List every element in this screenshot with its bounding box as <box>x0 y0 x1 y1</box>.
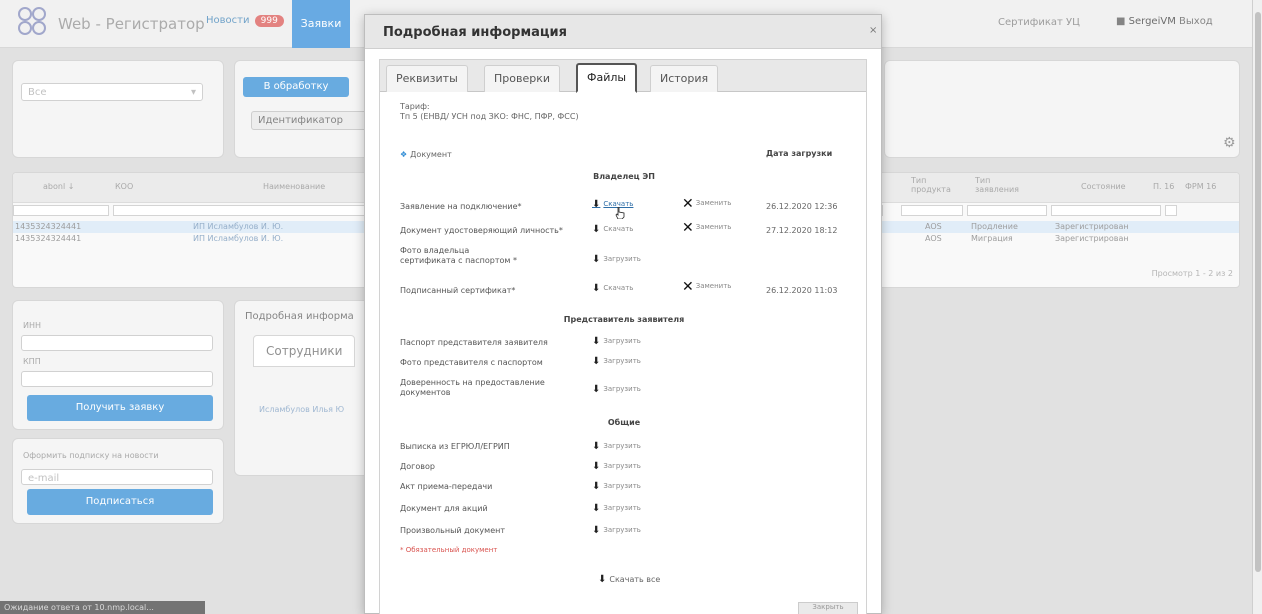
doc-name: Паспорт представителя заявителя <box>400 338 548 347</box>
required-note: * Обязательный документ <box>400 546 498 554</box>
upload-date: 26.12.2020 11:03 <box>766 286 838 295</box>
tab-checks[interactable]: Проверки <box>484 65 561 92</box>
x-icon: ✕ <box>682 220 694 236</box>
upload-button[interactable]: ⬇ Загрузить <box>592 356 641 367</box>
section-title-owner: Владелец ЭП <box>593 172 655 181</box>
x-icon: ✕ <box>682 196 694 212</box>
upload-button[interactable]: ⬇ Загрузить <box>592 503 641 514</box>
tab-files[interactable]: Файлы <box>576 63 638 93</box>
doc-name: Акт приема-передачи <box>400 482 493 491</box>
upload-date: 27.12.2020 18:12 <box>766 226 838 235</box>
modal-tabs: Реквизиты Проверки Файлы История <box>380 60 866 93</box>
upload-button[interactable]: ⬇ Загрузить <box>592 481 641 492</box>
download-button[interactable]: ⬇ Скачать <box>592 224 633 235</box>
tab-history[interactable]: История <box>650 65 719 92</box>
modal-close-button[interactable]: Закрыть <box>798 602 858 614</box>
scrollbar-thumb[interactable] <box>1255 12 1261 572</box>
upload-button[interactable]: ⬇ Загрузить <box>592 336 641 347</box>
doc-name: Документ удостоверяющий личность* <box>400 226 563 235</box>
download-icon: ⬇ <box>592 441 601 452</box>
hand-cursor-icon <box>615 207 625 219</box>
close-icon[interactable]: × <box>869 25 877 36</box>
download-button[interactable]: ⬇ Скачать <box>592 283 633 294</box>
section-title-representative: Представитель заявителя <box>563 315 685 324</box>
upload-date: 26.12.2020 12:36 <box>766 202 838 211</box>
date-column-header: Дата загрузки <box>766 149 833 158</box>
download-icon: ⬇ <box>592 503 601 514</box>
upload-button[interactable]: ⬇ Загрузить <box>592 254 641 265</box>
upload-button[interactable]: ⬇ Загрузить <box>592 461 641 472</box>
upload-button[interactable]: ⬇ Загрузить <box>592 384 641 395</box>
upload-button[interactable]: ⬇ Загрузить <box>592 525 641 536</box>
download-button[interactable]: ⬇ Скачать <box>592 199 633 210</box>
download-icon: ⬇ <box>592 224 601 235</box>
info-icon: ❖ <box>400 150 408 159</box>
download-icon: ⬇ <box>592 525 601 536</box>
detail-modal: Подробная информация × Реквизиты Проверк… <box>364 14 882 614</box>
doc-name: Документ для акций <box>400 504 488 513</box>
replace-button[interactable]: ✕ Заменить <box>682 220 731 236</box>
upload-button[interactable]: ⬇ Загрузить <box>592 441 641 452</box>
download-icon: ⬇ <box>592 199 601 210</box>
doc-name: Выписка из ЕГРЮЛ/ЕГРИП <box>400 442 510 451</box>
replace-button[interactable]: ✕ Заменить <box>682 196 731 212</box>
tariff-label: Тариф: <box>400 102 430 111</box>
document-header-label: Документ <box>410 150 452 159</box>
tariff-block: Тариф: Тп 5 (ЕНВД/ УСН под ЗКО: ФНС, ПФР… <box>400 102 579 122</box>
modal-body: Реквизиты Проверки Файлы История Тариф: … <box>379 59 867 614</box>
doc-name: Подписанный сертификат* <box>400 286 516 295</box>
section-title-common: Общие <box>607 418 641 427</box>
doc-name: Заявление на подключение* <box>400 202 522 211</box>
download-icon: ⬇ <box>592 461 601 472</box>
doc-name: Фото владельца сертификата с паспортом * <box>400 246 517 265</box>
doc-name: Доверенность на предоставление документо… <box>400 378 545 397</box>
page-scrollbar[interactable] <box>1252 0 1262 614</box>
tab-requisites[interactable]: Реквизиты <box>386 65 468 92</box>
download-icon: ⬇ <box>592 336 601 347</box>
download-icon: ⬇ <box>592 481 601 492</box>
doc-name: Фото представителя с паспортом <box>400 358 543 367</box>
download-icon: ⬇ <box>592 283 601 294</box>
modal-title: Подробная информация <box>383 25 567 40</box>
x-icon: ✕ <box>682 279 694 295</box>
download-icon: ⬇ <box>598 574 607 585</box>
doc-name: Договор <box>400 462 435 471</box>
download-icon: ⬇ <box>592 384 601 395</box>
download-icon: ⬇ <box>592 254 601 265</box>
modal-header: Подробная информация × <box>365 15 881 49</box>
tariff-value: Тп 5 (ЕНВД/ УСН под ЗКО: ФНС, ПФР, ФСС) <box>400 112 579 121</box>
download-all-button[interactable]: ⬇ Скачать все <box>598 574 660 585</box>
download-icon: ⬇ <box>592 356 601 367</box>
replace-button[interactable]: ✕ Заменить <box>682 279 731 295</box>
document-column-header: ❖ Документ <box>400 150 452 159</box>
doc-name: Произвольный документ <box>400 526 506 535</box>
